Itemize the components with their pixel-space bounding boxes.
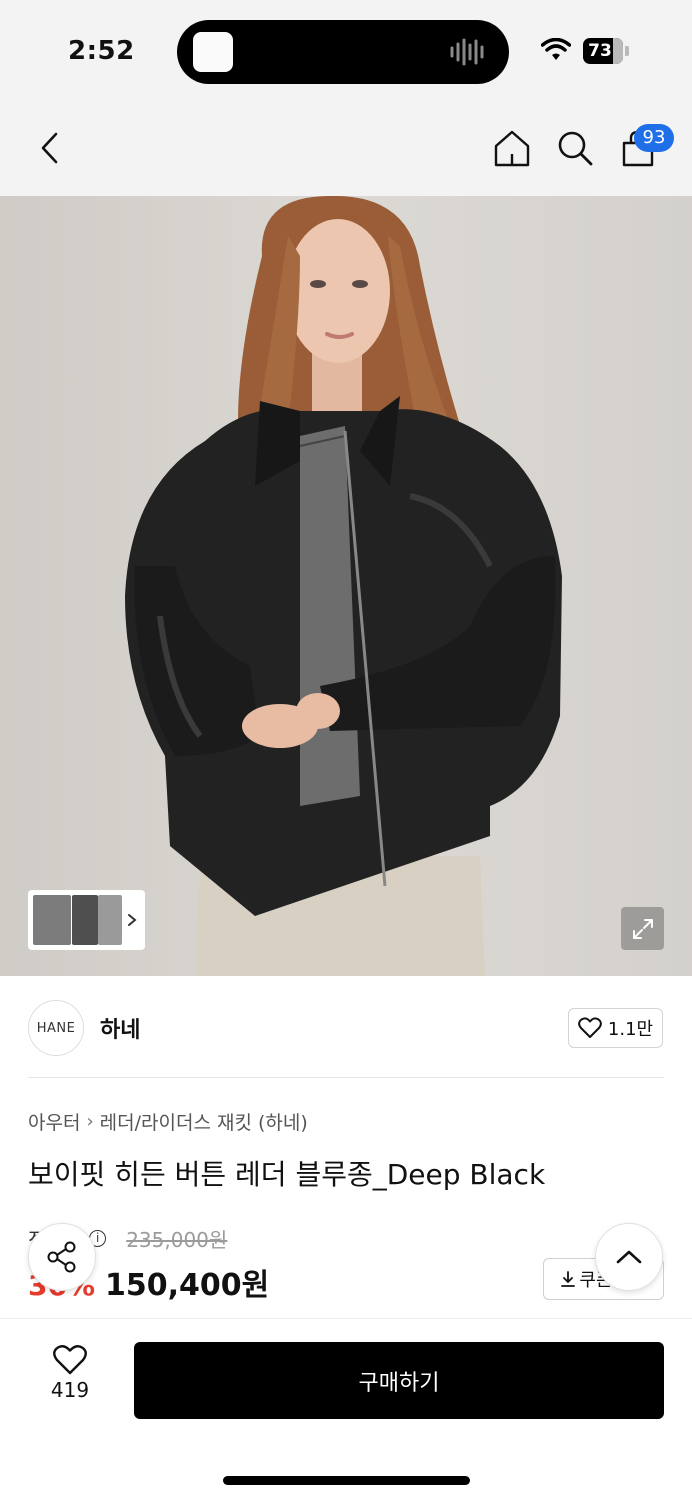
brand-like-button[interactable]: 1.1만 xyxy=(568,1008,663,1048)
buy-button[interactable]: 구매하기 xyxy=(134,1342,664,1419)
search-icon xyxy=(558,131,593,166)
scroll-to-top-button[interactable] xyxy=(595,1223,663,1291)
chevron-right-icon: › xyxy=(86,1111,94,1132)
brand-logo[interactable]: HANE xyxy=(28,1000,84,1056)
product-photo xyxy=(125,196,562,976)
chevron-right-icon xyxy=(128,914,137,926)
chevron-left-icon xyxy=(41,132,58,164)
battery-level: 73 xyxy=(588,41,612,61)
breadcrumb-item[interactable]: 아우터 xyxy=(28,1108,80,1135)
gallery-thumbnails[interactable] xyxy=(28,890,145,950)
now-playing-artwork xyxy=(193,32,233,72)
thumbnail-2 xyxy=(72,895,98,945)
divider xyxy=(28,1077,664,1078)
thumbnail-1 xyxy=(33,895,71,945)
search-button[interactable] xyxy=(553,126,597,170)
wishlist-button[interactable]: 419 xyxy=(36,1344,104,1414)
cart-count-badge: 93 xyxy=(634,124,674,152)
sale-price: 150,400원 xyxy=(105,1268,270,1303)
brand-name[interactable]: 하네 xyxy=(100,1012,140,1044)
breadcrumb: 아우터 › 레더/라이더스 재킷 (하네) xyxy=(28,1108,308,1135)
chevron-up-icon xyxy=(616,1250,642,1264)
buy-button-label: 구매하기 xyxy=(358,1370,440,1396)
home-indicator xyxy=(223,1476,470,1485)
share-icon xyxy=(47,1241,76,1273)
wifi-icon xyxy=(541,38,571,60)
home-icon xyxy=(494,130,530,167)
brand-like-count: 1.1만 xyxy=(607,1019,654,1040)
battery-icon: 73 xyxy=(583,38,629,64)
top-nav-bar xyxy=(0,100,692,196)
breadcrumb-item[interactable]: 레더/라이더스 재킷 (하네) xyxy=(100,1108,308,1135)
expand-icon xyxy=(632,918,653,939)
share-button[interactable] xyxy=(28,1223,96,1291)
wishlist-count: 419 xyxy=(50,1378,90,1402)
dynamic-island[interactable] xyxy=(177,20,509,84)
thumbnail-3 xyxy=(98,895,122,945)
brand-logo-text: HANE xyxy=(36,1020,76,1036)
back-button[interactable] xyxy=(28,126,72,170)
status-time: 2:52 xyxy=(68,36,135,66)
status-bar: 2:52 73 xyxy=(0,0,692,100)
divider xyxy=(0,1318,692,1319)
product-title: 보이핏 히든 버튼 레더 블루종_Deep Black xyxy=(28,1158,546,1191)
original-price: 235,000원 xyxy=(126,1228,228,1252)
heart-outline-icon xyxy=(578,1017,602,1038)
audio-wave-icon xyxy=(450,38,484,66)
fullscreen-button[interactable] xyxy=(621,907,664,950)
home-button[interactable] xyxy=(490,126,534,170)
download-icon xyxy=(561,1271,576,1287)
heart-outline-icon xyxy=(53,1345,87,1375)
product-image[interactable] xyxy=(0,196,692,976)
